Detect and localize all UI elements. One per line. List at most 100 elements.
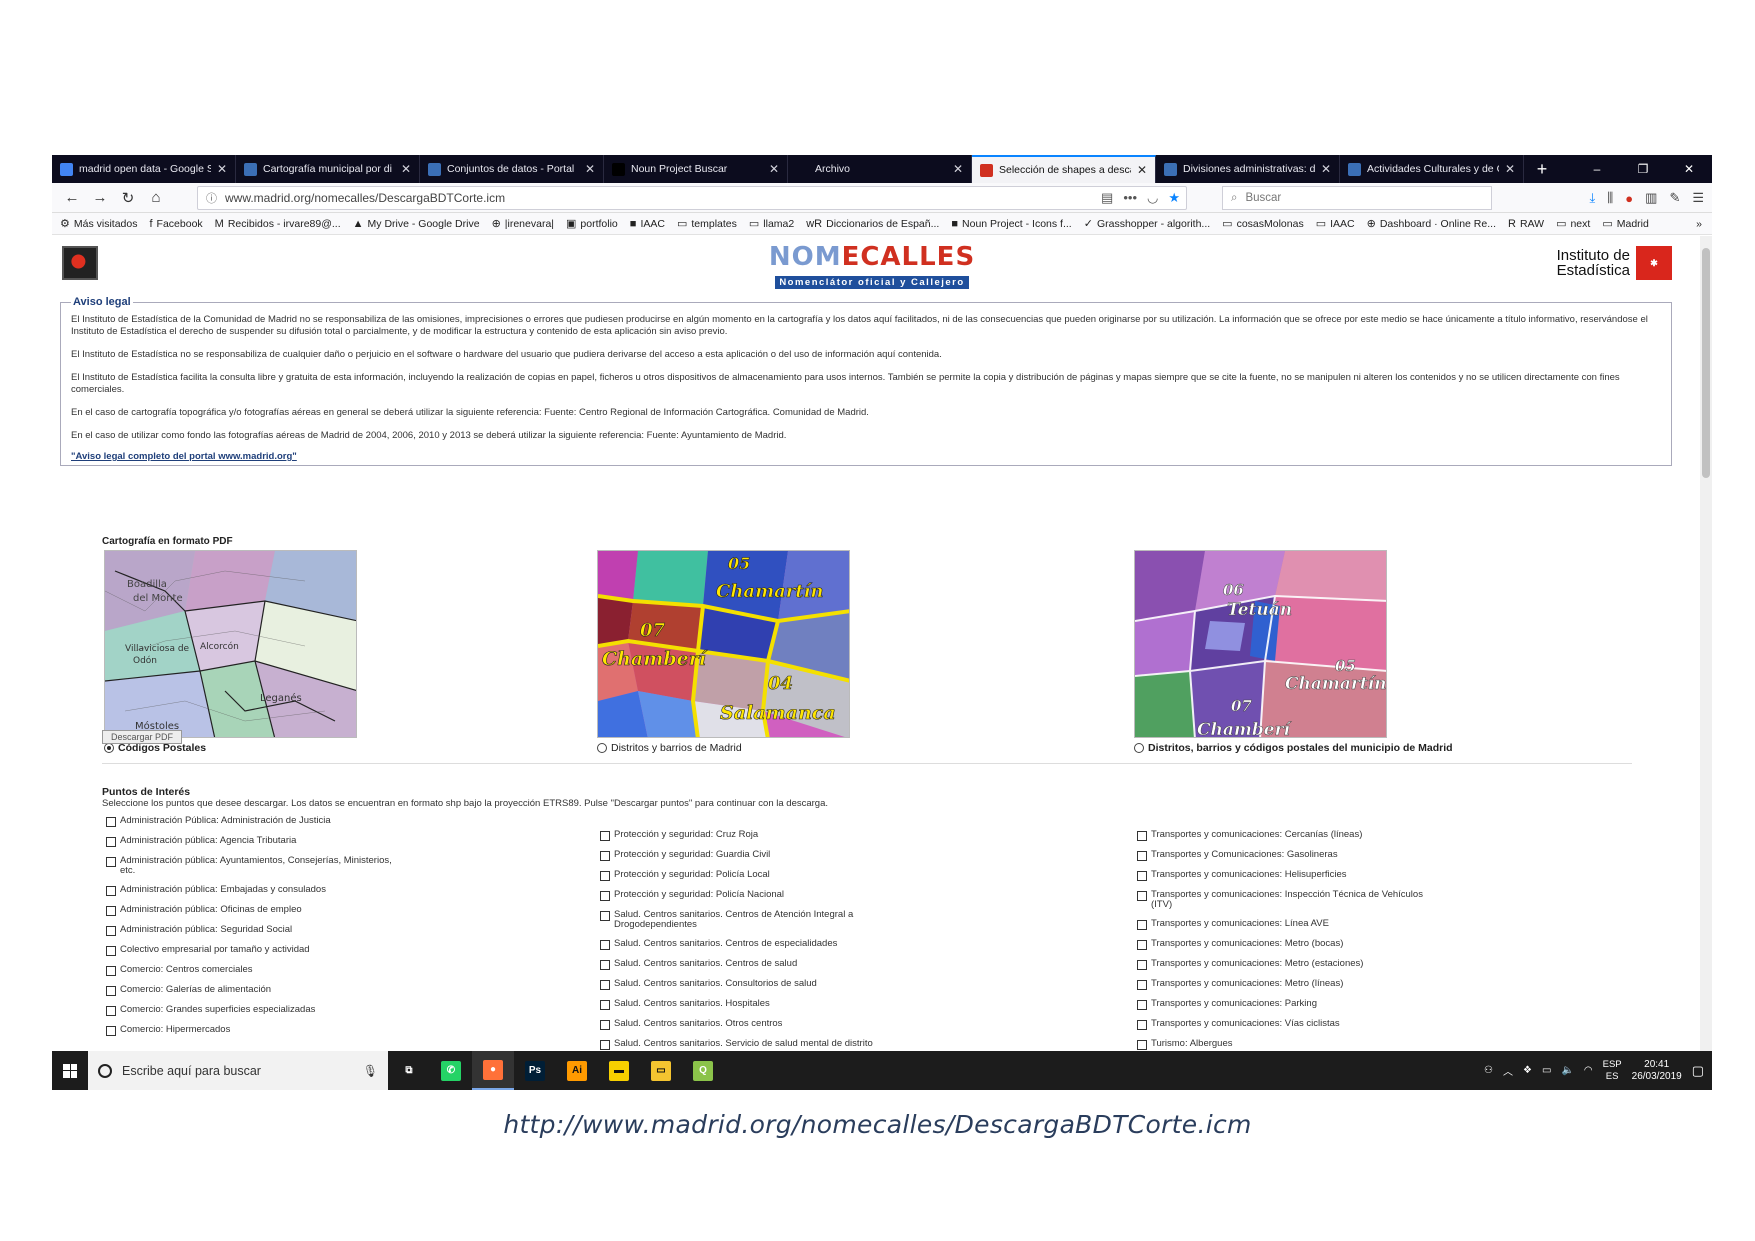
checkbox[interactable] xyxy=(106,886,116,896)
poi-checkbox-item[interactable]: Salud. Centros sanitarios. Servicio de s… xyxy=(600,1039,890,1050)
bookmark-item[interactable]: ▭ Madrid xyxy=(1602,217,1649,231)
checkbox[interactable] xyxy=(106,1006,116,1016)
checkbox[interactable] xyxy=(600,831,610,841)
browser-tab[interactable]: Archivo ✕ xyxy=(788,155,972,183)
download-pdf-button[interactable]: Descargar PDF xyxy=(102,730,182,744)
checkbox[interactable] xyxy=(1137,891,1147,901)
menu-icon[interactable]: ☰ xyxy=(1692,190,1704,206)
bookmark-item[interactable]: ▭ templates xyxy=(677,217,737,231)
microphone-icon[interactable]: 🎙 xyxy=(363,1064,378,1078)
poi-checkbox-item[interactable]: Transportes y comunicaciones: Metro (lín… xyxy=(1137,979,1427,990)
poi-checkbox-item[interactable]: Protección y seguridad: Policía Local xyxy=(600,870,890,881)
firefox-taskbar-button[interactable]: ● xyxy=(472,1051,514,1090)
checkbox[interactable] xyxy=(106,906,116,916)
poi-checkbox-item[interactable]: Transportes y comunicaciones: Metro (boc… xyxy=(1137,939,1427,950)
checkbox[interactable] xyxy=(600,871,610,881)
page-actions-icon[interactable]: ••• xyxy=(1123,190,1137,206)
poi-checkbox-item[interactable]: Salud. Centros sanitarios. Hospitales xyxy=(600,999,890,1010)
forward-icon[interactable]: → xyxy=(86,185,114,211)
volume-icon[interactable]: 🔈 xyxy=(1561,1065,1573,1076)
checkbox[interactable] xyxy=(106,966,116,976)
downloads-icon[interactable]: ⤓ xyxy=(1590,190,1596,206)
checkbox[interactable] xyxy=(1137,1040,1147,1050)
poi-checkbox-item[interactable]: Transportes y comunicaciones: Inspección… xyxy=(1137,890,1427,910)
radio-icon[interactable] xyxy=(1134,743,1144,753)
map-districts-image[interactable]: 05 Chamartín 07 Chamberí 04 Salamanca xyxy=(597,550,850,738)
poi-checkbox-item[interactable]: Comercio: Grandes superficies especializ… xyxy=(106,1005,396,1016)
bookmark-item[interactable]: M Recibidos - irvare89@... xyxy=(215,218,341,230)
checkbox[interactable] xyxy=(1137,1000,1147,1010)
bookmark-item[interactable]: ▭ next xyxy=(1556,217,1590,231)
institute-logo[interactable]: Instituto de Estadística ✱ xyxy=(1557,246,1672,280)
wifi-icon[interactable]: ◠ xyxy=(1584,1065,1593,1076)
checkbox[interactable] xyxy=(1137,940,1147,950)
poi-checkbox-item[interactable]: Salud. Centros sanitarios. Centros de sa… xyxy=(600,959,890,970)
checkbox[interactable] xyxy=(600,1020,610,1030)
whatsapp-taskbar-button[interactable]: ✆ xyxy=(430,1051,472,1090)
people-icon[interactable]: ⚇ xyxy=(1484,1065,1493,1076)
clock[interactable]: 20:41 26/03/2019 xyxy=(1632,1059,1682,1083)
poi-checkbox-item[interactable]: Transportes y comunicaciones: Metro (est… xyxy=(1137,959,1427,970)
bookmark-item[interactable]: ▲ My Drive - Google Drive xyxy=(353,218,480,230)
close-window-button[interactable]: ✕ xyxy=(1666,155,1712,183)
checkbox[interactable] xyxy=(1137,960,1147,970)
browser-tab[interactable]: Selección de shapes a descar ✕ xyxy=(972,155,1156,183)
bookmark-item[interactable]: wR Diccionarios de Españ... xyxy=(806,218,939,230)
checkbox[interactable] xyxy=(600,1000,610,1010)
bookmark-item[interactable]: f Facebook xyxy=(149,218,202,230)
browser-tab[interactable]: madrid open data - Google S ✕ xyxy=(52,155,236,183)
poi-checkbox-item[interactable]: Protección y seguridad: Cruz Roja xyxy=(600,830,890,841)
bookmark-item[interactable]: ⊕ Dashboard · Online Re... xyxy=(1367,217,1496,231)
bookmark-star-icon[interactable]: ★ xyxy=(1168,190,1180,206)
checkbox[interactable] xyxy=(600,960,610,970)
map-postal-codes-image[interactable]: Boadilla del Monte Villaviciosa de Odón … xyxy=(104,550,357,738)
poi-checkbox-item[interactable]: Turismo: Albergues xyxy=(1137,1039,1427,1050)
bookmark-item[interactable]: ▭ llama2 xyxy=(749,217,794,231)
poi-checkbox-item[interactable]: Transportes y comunicaciones: Helisuperf… xyxy=(1137,870,1427,881)
info-icon[interactable]: ⓘ xyxy=(206,190,217,206)
browser-tab[interactable]: Cartografía municipal por di ✕ xyxy=(236,155,420,183)
photoshop-taskbar-button[interactable]: Ps xyxy=(514,1051,556,1090)
poi-checkbox-item[interactable]: Administración pública: Oficinas de empl… xyxy=(106,905,396,916)
checkbox[interactable] xyxy=(106,817,116,827)
checkbox[interactable] xyxy=(600,891,610,901)
language-indicator[interactable]: ESP ES xyxy=(1603,1059,1622,1083)
close-tab-icon[interactable]: ✕ xyxy=(1137,163,1147,177)
scrollbar-thumb[interactable] xyxy=(1702,248,1710,478)
checkbox[interactable] xyxy=(1137,1020,1147,1030)
checkbox[interactable] xyxy=(1137,831,1147,841)
checkbox[interactable] xyxy=(600,851,610,861)
dropbox-icon[interactable]: ❖ xyxy=(1523,1065,1532,1076)
bookmark-item[interactable]: ▣ portfolio xyxy=(566,217,618,231)
reload-icon[interactable]: ↻ xyxy=(114,185,142,211)
legal-full-link[interactable]: "Aviso legal completo del portal www.mad… xyxy=(71,451,297,462)
poi-checkbox-item[interactable]: Salud. Centros sanitarios. Otros centros xyxy=(600,1019,890,1030)
checkbox[interactable] xyxy=(600,980,610,990)
poi-checkbox-item[interactable]: Administración Pública: Administración d… xyxy=(106,816,396,827)
poi-checkbox-item[interactable]: Transportes y comunicaciones: Cercanías … xyxy=(1137,830,1427,841)
sidebar-icon[interactable]: ▥ xyxy=(1645,190,1657,206)
pocket-icon[interactable]: ◡ xyxy=(1147,190,1158,206)
sticky-notes-taskbar-button[interactable]: ▬ xyxy=(598,1051,640,1090)
poi-checkbox-item[interactable]: Comercio: Centros comerciales xyxy=(106,965,396,976)
checkbox[interactable] xyxy=(106,1026,116,1036)
poi-checkbox-item[interactable]: Comercio: Hipermercados xyxy=(106,1025,396,1036)
checkbox[interactable] xyxy=(106,926,116,936)
back-icon[interactable]: ← xyxy=(58,185,86,211)
checkbox[interactable] xyxy=(600,911,610,921)
checkbox[interactable] xyxy=(600,1040,610,1050)
checkbox[interactable] xyxy=(1137,920,1147,930)
url-bar[interactable]: ⓘ www.madrid.org/nomecalles/DescargaBDTC… xyxy=(197,186,1187,210)
reader-view-icon[interactable]: ▤ xyxy=(1101,190,1113,206)
close-tab-icon[interactable]: ✕ xyxy=(401,162,411,176)
checkbox[interactable] xyxy=(1137,851,1147,861)
bookmark-item[interactable]: R RAW xyxy=(1508,218,1544,230)
file-explorer-taskbar-button[interactable]: ▭ xyxy=(640,1051,682,1090)
poi-checkbox-item[interactable]: Transportes y Comunicaciones: Gasolinera… xyxy=(1137,850,1427,861)
task-view-taskbar-button[interactable]: ⧉ xyxy=(388,1051,430,1090)
nomecalles-logo[interactable]: NOMECALLES Nomenclátor oficial y Calleje… xyxy=(767,242,977,289)
browser-tab[interactable]: Actividades Culturales y de O ✕ xyxy=(1340,155,1524,183)
browser-tab[interactable]: Conjuntos de datos - Portal ✕ xyxy=(420,155,604,183)
restore-button[interactable]: ❐ xyxy=(1620,155,1666,183)
checkbox[interactable] xyxy=(1137,980,1147,990)
